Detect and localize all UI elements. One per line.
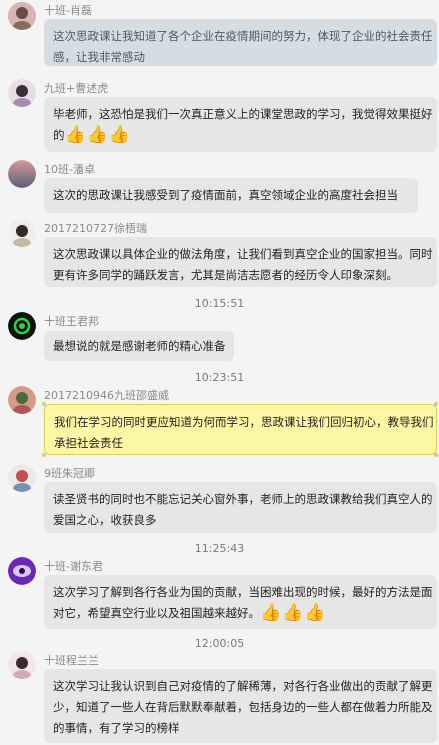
timestamp: 10:15:51 (194, 297, 245, 310)
message-line: 毕老师，这恐怕是我们一次真正意义上的课堂思政的学习，我觉得效果挺好 (53, 107, 433, 121)
message-line: 爱国之心，收获良多 (53, 513, 157, 527)
thumbs-up-icon: 👍 (260, 603, 282, 623)
message-line: 少，知道了一些人在背后默默奉献着，包括身边的一些人都在做着力所能及 (53, 700, 433, 714)
message-line: 读圣贤书的同时也不能忘记关心窗外事，老师上的思政课教给我们真空人的 (53, 492, 433, 506)
selection-handle[interactable] (42, 402, 46, 406)
timestamp: 10:23:51 (194, 371, 245, 384)
timestamp: 11:25:43 (194, 542, 245, 555)
sender-name: 2017210946九班邵盛威 (44, 389, 169, 402)
selection-handle[interactable] (42, 453, 46, 457)
sender-name: 十班-肖磊 (44, 4, 92, 17)
avatar[interactable] (8, 219, 36, 247)
avatar[interactable] (8, 464, 36, 492)
message-line: 最想说的就是感谢老师的精心准备 (53, 339, 226, 353)
message-bubble[interactable]: 这次的思政课让我感受到了疫情面前，真空领域企业的高度社会担当 (44, 178, 418, 213)
message-bubble-highlighted[interactable]: 我们在学习的同时更应知道为何而学习，思政课让我们回归初心，教导我们 承担社会责任 (44, 404, 437, 455)
sender-name: 十班-谢东君 (44, 560, 103, 573)
message-line: 这次思政课以具体企业的做法角度，让我们看到真空企业的国家担当。同时 (53, 247, 433, 261)
message-line: 的 (53, 128, 65, 142)
message-bubble[interactable]: 读圣贤书的同时也不能忘记关心窗外事，老师上的思政课教给我们真空人的 爱国之心，收… (44, 482, 437, 533)
avatar[interactable] (8, 160, 36, 188)
thumbs-up-icon: 👍 (282, 603, 304, 623)
message-bubble[interactable]: 这次学习让我认识到自己对疫情的了解稀薄，对各行各业做出的贡献了解更 少，知道了一… (44, 669, 437, 743)
selection-handle[interactable] (434, 402, 438, 406)
message-bubble[interactable]: 毕老师，这恐怕是我们一次真正意义上的课堂思政的学习，我觉得效果挺好 的👍👍👍 (44, 97, 437, 152)
avatar[interactable] (8, 386, 36, 414)
timestamp: 12:00:05 (194, 637, 245, 650)
thumbs-up-icon: 👍 (86, 125, 108, 145)
message-line: 这次的思政课让我感受到了疫情面前，真空领域企业的高度社会担当 (53, 188, 398, 202)
message-line: 这次学习了解到各行各业为国的贡献，当困难出现的时候，最好的方法是面 (53, 585, 433, 599)
selection-handle[interactable] (434, 453, 438, 457)
sender-name: 九班+曹述虎 (44, 82, 109, 95)
avatar[interactable] (8, 79, 36, 107)
avatar[interactable] (8, 557, 36, 585)
sender-name: 十班程兰兰 (44, 654, 99, 667)
message-line: 我们在学习的同时更应知道为何而学习，思政课让我们回归初心，教导我们 (54, 415, 434, 429)
message-line: 更有许多同学的踊跃发言，尤其是尚洁志愿者的经历令人印象深刻。 (53, 268, 398, 282)
avatar[interactable] (8, 312, 36, 340)
message-line: 对它，希望真空行业以及祖国越来越好。 (53, 606, 260, 620)
message-line: 这次学习让我认识到自己对疫情的了解稀薄，对各行各业做出的贡献了解更 (53, 679, 433, 693)
sender-name: 10班-潘卓 (44, 163, 95, 176)
avatar[interactable] (8, 2, 36, 30)
message-line: 承担社会责任 (54, 436, 123, 450)
message-bubble[interactable]: 这次学习了解到各行各业为国的贡献，当困难出现的时候，最好的方法是面 对它，希望真… (44, 575, 437, 629)
message-line: 的事情，有了学习的榜样 (53, 721, 180, 735)
message-bubble[interactable]: 这次思政课让我知道了各个企业在疫情期间的努力，体现了企业的社会责任 感，让我非常… (44, 19, 437, 66)
message-line: 感，让我非常感动 (53, 50, 145, 64)
thumbs-up-icon: 👍 (304, 603, 326, 623)
avatar[interactable] (8, 651, 36, 679)
sender-name: 2017210727徐梧瑞 (44, 222, 147, 235)
message-bubble[interactable]: 这次思政课以具体企业的做法角度，让我们看到真空企业的国家担当。同时 更有许多同学… (44, 237, 437, 287)
thumbs-up-icon: 👍 (108, 125, 131, 145)
thumbs-up-icon: 👍 (64, 125, 86, 145)
sender-name: 9班朱冠卿 (44, 467, 95, 480)
message-line: 这次思政课让我知道了各个企业在疫情期间的努力，体现了企业的社会责任 (53, 29, 433, 43)
sender-name: 十班王君邦 (44, 315, 99, 328)
message-bubble[interactable]: 最想说的就是感谢老师的精心准备 (44, 331, 234, 361)
